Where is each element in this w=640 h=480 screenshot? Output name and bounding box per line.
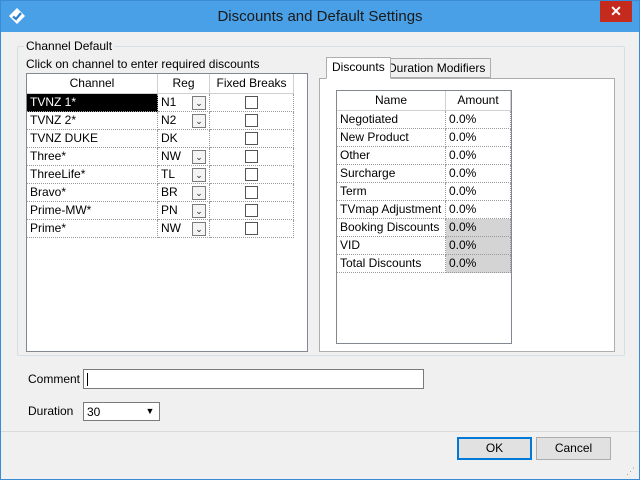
fixed-breaks-cell <box>210 166 294 184</box>
reg-value: N2 <box>161 113 177 127</box>
discount-name-cell: VID <box>337 237 446 255</box>
chevron-down-icon[interactable]: ⌄ <box>192 150 206 164</box>
discount-name-cell: Total Discounts <box>337 255 446 273</box>
tab-duration-modifiers[interactable]: Duration Modifiers <box>382 58 492 78</box>
channel-cell[interactable]: TVNZ 2* <box>27 112 158 130</box>
discount-name-cell: Term <box>337 183 446 201</box>
fixed-breaks-checkbox[interactable] <box>245 150 258 163</box>
footer-separator <box>1 431 639 432</box>
reg-value: NW <box>161 221 181 235</box>
reg-cell[interactable]: NW ⌄ <box>158 220 210 238</box>
chevron-down-icon[interactable]: ⌄ <box>192 222 206 236</box>
column-header-reg[interactable]: Reg <box>158 74 210 94</box>
reg-cell[interactable]: DK <box>158 130 210 148</box>
fixed-breaks-cell <box>210 94 294 112</box>
discount-amount-cell[interactable]: 0.0% <box>446 147 511 165</box>
group-legend: Channel Default <box>24 39 115 53</box>
channel-cell[interactable]: Prime* <box>27 220 158 238</box>
fixed-breaks-cell <box>210 130 294 148</box>
discount-name-cell: Surcharge <box>337 165 446 183</box>
reg-value: DK <box>161 131 178 145</box>
tab-discounts[interactable]: Discounts <box>326 57 391 79</box>
reg-cell[interactable]: BR ⌄ <box>158 184 210 202</box>
discount-name-cell: Negotiated <box>337 111 446 129</box>
reg-value: TL <box>161 167 176 181</box>
discount-amount-cell[interactable]: 0.0% <box>446 183 511 201</box>
discount-amount-cell[interactable]: 0.0% <box>446 165 511 183</box>
close-button[interactable]: ✕ <box>600 1 632 22</box>
fixed-breaks-checkbox[interactable] <box>245 222 258 235</box>
duration-label: Duration <box>28 404 74 418</box>
fixed-breaks-checkbox[interactable] <box>245 168 258 181</box>
channel-cell[interactable]: ThreeLife* <box>27 166 158 184</box>
reg-cell[interactable]: NW ⌄ <box>158 148 210 166</box>
text-caret <box>87 373 88 386</box>
instruction-text: Click on channel to enter required disco… <box>26 57 260 71</box>
channel-cell[interactable]: TVNZ DUKE <box>27 130 158 148</box>
duration-select[interactable]: 30 ▼ <box>83 402 160 421</box>
reg-value: BR <box>161 185 178 199</box>
reg-value: PN <box>161 203 178 217</box>
chevron-down-icon[interactable]: ⌄ <box>192 204 206 218</box>
duration-value: 30 <box>87 405 101 419</box>
channel-cell[interactable]: Prime-MW* <box>27 202 158 220</box>
discount-amount-cell[interactable]: 0.0% <box>446 201 511 219</box>
fixed-breaks-cell <box>210 220 294 238</box>
chevron-down-icon[interactable]: ⌄ <box>192 96 206 110</box>
discount-amount-cell: 0.0% <box>446 255 511 273</box>
cancel-button[interactable]: Cancel <box>536 437 611 460</box>
fixed-breaks-cell <box>210 184 294 202</box>
chevron-down-icon[interactable]: ⌄ <box>192 186 206 200</box>
fixed-breaks-cell <box>210 202 294 220</box>
channel-cell[interactable]: Bravo* <box>27 184 158 202</box>
fixed-breaks-checkbox[interactable] <box>245 186 258 199</box>
window-title: Discounts and Default Settings <box>217 8 423 25</box>
reg-cell[interactable]: N2 ⌄ <box>158 112 210 130</box>
column-header-channel[interactable]: Channel <box>27 74 158 94</box>
fixed-breaks-checkbox[interactable] <box>245 132 258 145</box>
reg-cell[interactable]: TL ⌄ <box>158 166 210 184</box>
ok-button[interactable]: OK <box>457 437 532 460</box>
discount-name-cell: New Product <box>337 129 446 147</box>
comment-input[interactable] <box>83 369 424 389</box>
reg-value: NW <box>161 149 181 163</box>
discount-amount-cell[interactable]: 0.0% <box>446 111 511 129</box>
discount-name-cell: Other <box>337 147 446 165</box>
channel-grid[interactable]: Channel Reg Fixed Breaks TVNZ 1* N1 ⌄ TVNZ … <box>26 73 308 352</box>
discount-name-cell: TVmap Adjustment <box>337 201 446 219</box>
channel-cell[interactable]: Three* <box>27 148 158 166</box>
dialog-window: Discounts and Default Settings ✕ Channel… <box>0 0 640 480</box>
column-header-name[interactable]: Name <box>337 91 446 111</box>
fixed-breaks-checkbox[interactable] <box>245 114 258 127</box>
reg-value: N1 <box>161 95 177 109</box>
discount-amount-cell: 0.0% <box>446 237 511 255</box>
resize-grip-icon[interactable]: ⋰ <box>626 466 637 477</box>
title-bar[interactable]: Discounts and Default Settings ✕ <box>1 1 639 32</box>
discount-amount-cell[interactable]: 0.0% <box>446 129 511 147</box>
column-header-fixed-breaks[interactable]: Fixed Breaks <box>210 74 294 94</box>
fixed-breaks-checkbox[interactable] <box>245 96 258 109</box>
reg-cell[interactable]: N1 ⌄ <box>158 94 210 112</box>
comment-label: Comment <box>28 372 81 386</box>
fixed-breaks-cell <box>210 148 294 166</box>
channel-cell[interactable]: TVNZ 1* <box>27 94 158 112</box>
chevron-down-icon[interactable]: ⌄ <box>192 168 206 182</box>
chevron-down-icon[interactable]: ▼ <box>143 405 157 418</box>
reg-cell[interactable]: PN ⌄ <box>158 202 210 220</box>
fixed-breaks-cell <box>210 112 294 130</box>
column-header-amount[interactable]: Amount <box>446 91 511 111</box>
discount-grid[interactable]: Name Amount Negotiated 0.0% New Product 0.0… <box>336 90 512 344</box>
discount-amount-cell: 0.0% <box>446 219 511 237</box>
fixed-breaks-checkbox[interactable] <box>245 204 258 217</box>
chevron-down-icon[interactable]: ⌄ <box>192 114 206 128</box>
discount-name-cell: Booking Discounts <box>337 219 446 237</box>
